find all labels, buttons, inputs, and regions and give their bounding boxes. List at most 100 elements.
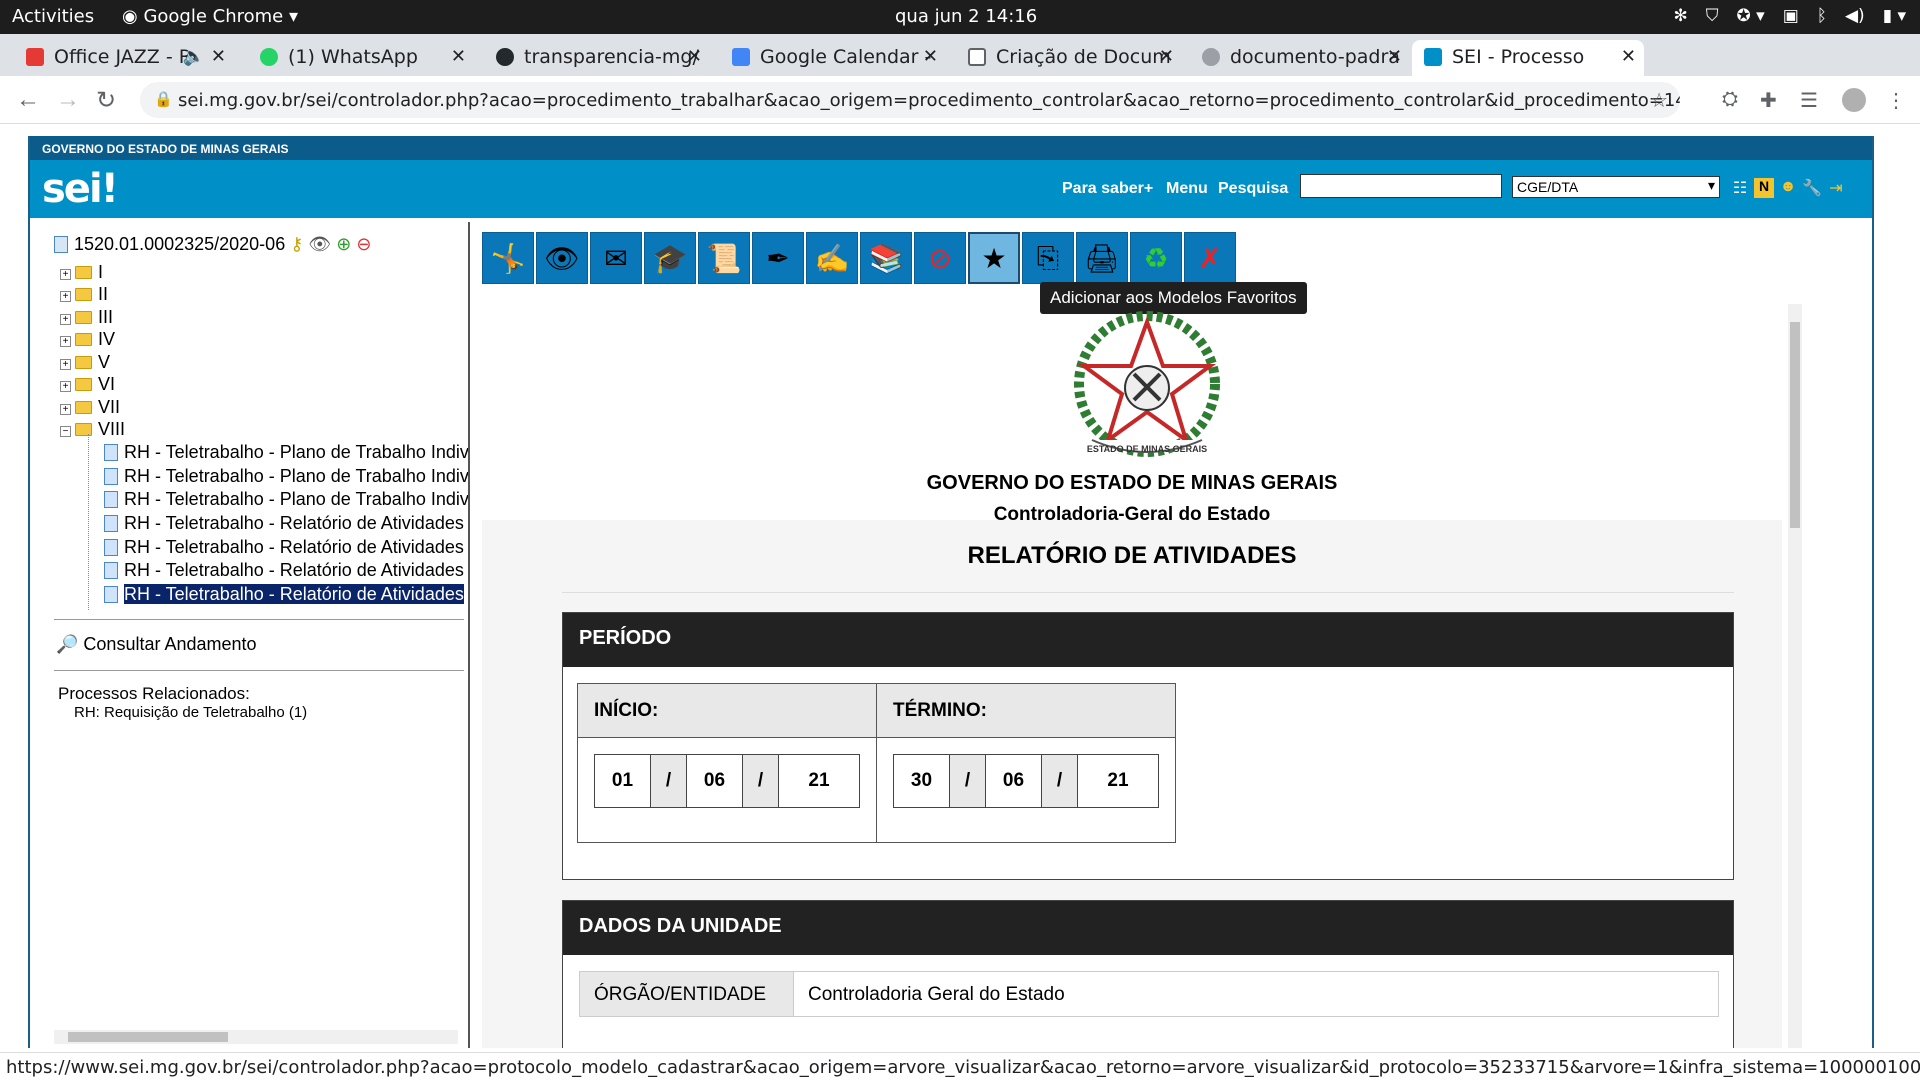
battery-icon[interactable]: ▮ ▾ <box>1883 6 1906 26</box>
key-icon[interactable]: ⚷ <box>290 234 303 254</box>
recycle-icon[interactable]: ♻ <box>1130 232 1182 284</box>
send-email-icon[interactable]: ✉ <box>590 232 642 284</box>
menu-link[interactable]: Menu <box>1166 180 1208 198</box>
expand-icon[interactable]: + <box>60 314 71 325</box>
close-icon[interactable]: ✕ <box>1387 46 1402 67</box>
certificate-icon[interactable]: 📜 <box>698 232 750 284</box>
back-icon[interactable]: ← <box>16 86 40 114</box>
tab-criacao[interactable]: Criação de Docum ✕ <box>956 40 1182 76</box>
close-icon[interactable]: ✕ <box>923 46 938 67</box>
user-icon[interactable]: ☻ <box>1778 178 1798 198</box>
document-node[interactable]: RH - Teletrabalho - Relatório de Ativida… <box>104 560 468 581</box>
puzzle-icon[interactable]: ✚ <box>1760 88 1777 113</box>
collapse-icon[interactable]: − <box>60 426 71 437</box>
tab-calendar[interactable]: Google Calendar - ✕ <box>720 40 946 76</box>
publish-icon[interactable]: 🎓 <box>644 232 696 284</box>
volume-icon[interactable]: ◀) <box>1845 6 1865 26</box>
close-icon[interactable]: ✕ <box>1159 46 1174 67</box>
document-node[interactable]: RH - Teletrabalho - Relatório de Ativida… <box>104 513 468 534</box>
folder-node[interactable]: + VII <box>60 397 120 418</box>
lock-icon[interactable]: 🔒 <box>154 90 173 108</box>
tree-horizontal-scrollbar[interactable] <box>54 1030 458 1044</box>
sign-pen-icon[interactable]: ✒ <box>752 232 804 284</box>
sign-assign-icon[interactable]: 🤸 <box>482 232 534 284</box>
document-node[interactable]: RH - Teletrabalho - Plano de Trabalho In… <box>104 442 468 463</box>
document-node-selected[interactable]: RH - Teletrabalho - Relatório de Ativida… <box>104 584 468 605</box>
document-node[interactable]: RH - Teletrabalho - Relatório de Ativida… <box>104 537 468 558</box>
date-separator: / <box>950 755 986 807</box>
date-separator: / <box>651 755 687 807</box>
forward-icon[interactable]: → <box>56 86 80 114</box>
slack-icon[interactable]: ✻ <box>1674 6 1688 26</box>
books-icon[interactable]: 📚 <box>860 232 912 284</box>
bookmark-star-icon[interactable]: ☆ <box>1650 88 1668 112</box>
profile-avatar[interactable] <box>1842 88 1866 112</box>
scroll-thumb[interactable] <box>68 1032 228 1042</box>
print-globe-icon[interactable]: 🖨 <box>1076 232 1128 284</box>
add-icon[interactable]: ⊕ <box>336 234 351 254</box>
document-vertical-scrollbar[interactable] <box>1788 304 1802 1048</box>
delete-folder-icon[interactable]: ✗ <box>1184 232 1236 284</box>
folder-node[interactable]: + II <box>60 284 108 305</box>
folder-node[interactable]: + IV <box>60 329 115 350</box>
list-icon[interactable]: ☷ <box>1730 178 1750 198</box>
unit-select[interactable]: CGE/DTA ▾ <box>1512 176 1720 198</box>
document-icon <box>104 468 118 485</box>
cancel-icon[interactable]: ⊘ <box>914 232 966 284</box>
sei-logo[interactable]: sei! <box>42 166 119 212</box>
expand-icon[interactable]: + <box>60 404 71 415</box>
expand-icon[interactable]: + <box>60 291 71 302</box>
close-icon[interactable]: ✕ <box>451 46 466 67</box>
minas-gerais-crest: ESTADO DE MINAS GERAIS <box>1074 311 1220 457</box>
expand-icon[interactable]: + <box>60 359 71 370</box>
notes-icon[interactable]: N <box>1754 178 1774 198</box>
block-sign-icon[interactable]: ✍ <box>806 232 858 284</box>
pesquisa-link[interactable]: Pesquisa <box>1218 180 1288 198</box>
expand-icon[interactable]: + <box>60 269 71 280</box>
bluetooth-icon[interactable]: ᛒ <box>1817 6 1827 26</box>
exit-icon[interactable]: ⇥ <box>1826 178 1846 198</box>
screen-icon[interactable]: ▣ <box>1783 6 1799 26</box>
media-icon[interactable]: ☰ <box>1800 88 1818 113</box>
add-favorite-model-icon[interactable]: ★ <box>968 232 1020 284</box>
tab-documento-padrao[interactable]: documento-padra ✕ <box>1190 40 1410 76</box>
folder-node-expanded[interactable]: − VIII <box>60 419 125 440</box>
consultar-andamento-link[interactable]: 🔎 Consultar Andamento <box>56 634 257 655</box>
tab-sei-processo[interactable]: SEI - Processo ✕ <box>1412 40 1644 76</box>
search-input[interactable] <box>1300 174 1502 198</box>
shield-icon[interactable]: ⛉ <box>1706 6 1719 26</box>
tab-office-jazz[interactable]: Office JAZZ - R 🔈 ✕ <box>14 40 234 76</box>
folder-node[interactable]: + III <box>60 307 113 328</box>
document-node[interactable]: RH - Teletrabalho - Plano de Trabalho In… <box>104 466 468 487</box>
app-menu[interactable]: ◉ Google Chrome ▾ <box>122 6 298 27</box>
tab-whatsapp[interactable]: (1) WhatsApp ✕ <box>248 40 474 76</box>
related-process-link[interactable]: RH: Requisição de Teletrabalho (1) <box>74 704 307 721</box>
tab-github[interactable]: transparencia-mg/✕ <box>484 40 710 76</box>
extension-icon[interactable]: ⛭ <box>1722 88 1738 111</box>
system-tray[interactable]: ✻ ⛉ ✪ ▾ ▣ ᛒ ◀) ▮ ▾ <box>1674 6 1906 26</box>
chrome-menu-icon[interactable]: ⋮ <box>1886 88 1906 113</box>
close-icon[interactable]: ✕ <box>687 46 702 67</box>
activities-button[interactable]: Activities <box>12 6 94 27</box>
expand-icon[interactable]: + <box>60 336 71 347</box>
para-saber-link[interactable]: Para saber+ <box>1062 180 1153 198</box>
scroll-thumb[interactable] <box>1790 322 1800 528</box>
address-bar[interactable]: 🔒 sei.mg.gov.br/sei/controlador.php?acao… <box>140 82 1680 118</box>
document-node[interactable]: RH - Teletrabalho - Plano de Trabalho In… <box>104 489 468 510</box>
eye-icon[interactable]: 👁 <box>308 234 331 254</box>
reload-icon[interactable]: ↻ <box>96 86 116 115</box>
view-eye-icon[interactable]: 👁 <box>536 232 588 284</box>
close-icon[interactable]: ✕ <box>1621 46 1636 67</box>
remove-icon[interactable]: ⊖ <box>356 234 371 254</box>
wrench-icon[interactable]: 🔧 <box>1802 178 1822 198</box>
folder-node[interactable]: + VI <box>60 374 115 395</box>
accessibility-icon[interactable]: ✪ ▾ <box>1737 6 1765 26</box>
folder-node[interactable]: + V <box>60 352 110 373</box>
close-icon[interactable]: 🔈 ✕ <box>183 46 226 67</box>
clock[interactable]: qua jun 2 14:16 <box>895 6 1037 27</box>
folder-node[interactable]: + I <box>60 262 103 283</box>
os-top-bar: Activities ◉ Google Chrome ▾ qua jun 2 1… <box>0 0 1920 34</box>
process-node[interactable]: 1520.01.0002325/2020-06 ⚷ 👁 ⊕ ⊖ <box>54 234 372 255</box>
copy-document-icon[interactable]: ⎘ <box>1022 232 1074 284</box>
expand-icon[interactable]: + <box>60 381 71 392</box>
